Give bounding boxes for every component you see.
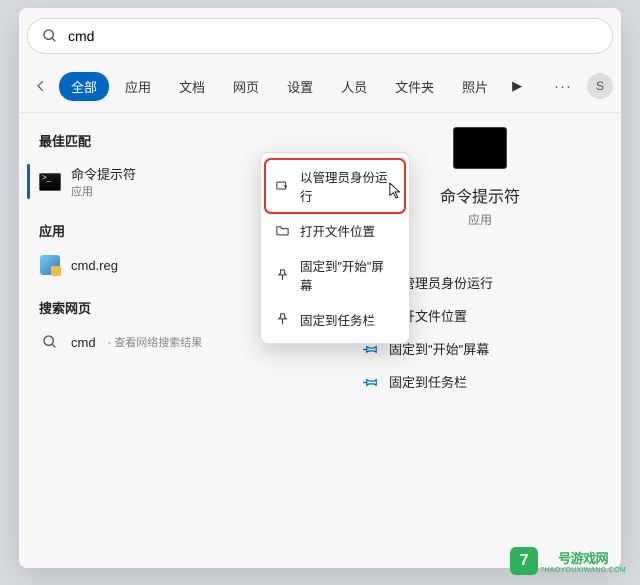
ctx-pin-taskbar[interactable]: 固定到任务栏 [265, 302, 405, 337]
pin-icon [275, 268, 290, 283]
filter-tabs: 全部 应用 文档 网页 设置 人员 文件夹 照片 ▶ ··· S [27, 66, 613, 106]
tab-apps[interactable]: 应用 [113, 72, 163, 101]
ctx-pin-start[interactable]: 固定到"开始"屏幕 [265, 248, 405, 302]
watermark-badge: 7 [510, 547, 538, 575]
search-input[interactable] [68, 28, 598, 44]
tab-photos[interactable]: 照片 [450, 72, 500, 101]
app-icon-large [453, 127, 507, 169]
search-icon [39, 331, 61, 353]
result-title: 命令提示符 [71, 164, 136, 183]
tab-web[interactable]: 网页 [221, 72, 271, 101]
watermark: 7 号游戏网 7HAOYOUXIWANG.COM [510, 547, 626, 575]
search-icon [42, 28, 58, 44]
back-button[interactable] [27, 72, 55, 100]
search-bar[interactable] [27, 18, 613, 54]
result-title: cmd.reg [71, 258, 118, 273]
web-extra: - 查看网络搜索结果 [108, 334, 203, 350]
tab-docs[interactable]: 文档 [167, 72, 217, 101]
reg-file-icon [39, 254, 61, 276]
watermark-text: 号游戏网 [558, 548, 608, 567]
pin-icon [275, 312, 290, 327]
pin-icon [363, 374, 379, 390]
watermark-url: 7HAOYOUXIWANG.COM [540, 567, 626, 574]
tab-more-arrow[interactable]: ▶ [504, 73, 530, 99]
ctx-run-as-admin[interactable]: 以管理员身份运行 [265, 159, 405, 213]
result-subtitle: 应用 [71, 183, 136, 199]
user-avatar[interactable]: S [587, 73, 613, 99]
preview-subtitle: 应用 [468, 211, 492, 228]
folder-icon [275, 223, 290, 238]
tab-folders[interactable]: 文件夹 [383, 72, 446, 101]
shield-icon [275, 179, 290, 194]
tab-people[interactable]: 人员 [329, 72, 379, 101]
tab-settings[interactable]: 设置 [275, 72, 325, 101]
overflow-menu[interactable]: ··· [549, 72, 577, 100]
context-menu: 以管理员身份运行 打开文件位置 固定到"开始"屏幕 固定到任务栏 [260, 152, 410, 344]
cmd-icon [39, 171, 61, 193]
preview-title: 命令提示符 [440, 183, 520, 207]
ctx-open-location[interactable]: 打开文件位置 [265, 213, 405, 248]
tab-all[interactable]: 全部 [59, 72, 109, 101]
action-pin-taskbar[interactable]: 固定到任务栏 [355, 365, 605, 398]
web-query: cmd [71, 335, 96, 350]
